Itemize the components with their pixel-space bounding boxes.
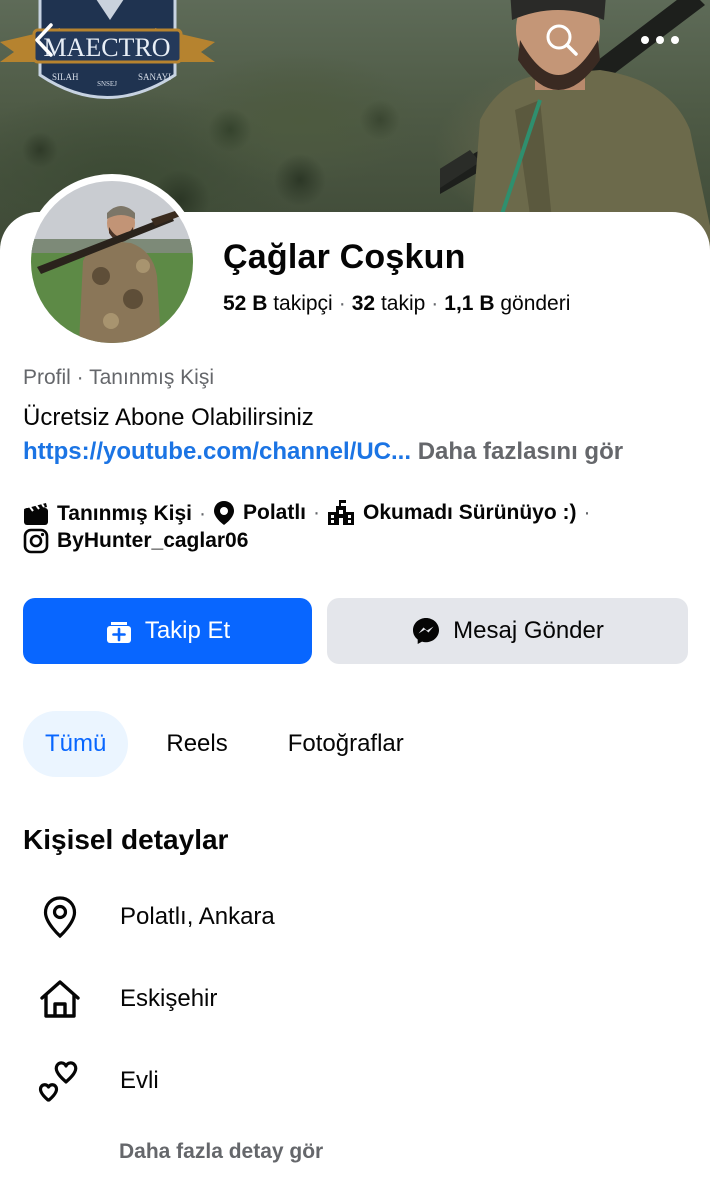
detail-location: Polatlı, Ankara bbox=[36, 892, 275, 942]
youtube-link[interactable]: https://youtube.com/channel/UC... bbox=[23, 438, 411, 465]
tab-reels[interactable]: Reels bbox=[144, 711, 249, 777]
detail-relationship: Evli bbox=[36, 1056, 159, 1106]
following-stat[interactable]: 32 takip bbox=[352, 292, 426, 315]
detail-hometown: Eskişehir bbox=[36, 974, 217, 1024]
more-dots-icon bbox=[641, 36, 679, 44]
fact-category: Tanınmış Kişi · bbox=[23, 498, 213, 530]
instagram-icon bbox=[23, 528, 49, 554]
profile-stats: 52 B takipçi · 32 takip · 1,1 B gönderi bbox=[223, 292, 571, 315]
clapperboard-icon bbox=[24, 503, 48, 525]
tab-photos[interactable]: Fotoğraflar bbox=[266, 711, 426, 777]
personal-details-title: Kişisel detaylar bbox=[23, 824, 229, 855]
svg-text:SNSEJ: SNSEJ bbox=[97, 80, 117, 88]
profile-bio: Ücretsiz Abone Olabilirsiniz bbox=[23, 404, 314, 431]
see-more-bio-link[interactable]: Daha fazlasını gör bbox=[418, 438, 623, 465]
followers-stat[interactable]: 52 B takipçi bbox=[223, 292, 333, 315]
search-icon bbox=[546, 24, 578, 56]
search-button[interactable] bbox=[540, 18, 584, 62]
home-icon bbox=[40, 980, 80, 1018]
fact-location: Polatlı · bbox=[213, 497, 327, 529]
hearts-icon bbox=[38, 1061, 78, 1102]
school-building-icon bbox=[328, 500, 354, 525]
message-button[interactable]: Mesaj Gönder bbox=[327, 598, 688, 664]
posts-stat: 1,1 B gönderi bbox=[444, 292, 571, 315]
back-button[interactable] bbox=[22, 18, 66, 62]
profile-category: Profil · Tanınmış Kişi bbox=[23, 366, 214, 389]
fact-education: Okumadı Sürünüyo :) · bbox=[327, 497, 598, 529]
profile-avatar[interactable] bbox=[24, 174, 200, 350]
location-pin-outline-icon bbox=[43, 896, 77, 939]
see-more-details-link[interactable]: Daha fazla detay gör bbox=[119, 1140, 323, 1164]
profile-sheet bbox=[0, 212, 710, 1200]
follow-button[interactable]: Takip Et bbox=[23, 598, 312, 664]
chevron-left-icon bbox=[35, 23, 53, 57]
messenger-icon bbox=[413, 618, 440, 644]
profile-tabs: Tümü Reels Fotoğraflar bbox=[23, 711, 426, 777]
profile-name: Çağlar Coşkun bbox=[223, 238, 466, 276]
tab-all[interactable]: Tümü bbox=[23, 711, 129, 777]
add-follow-icon bbox=[106, 622, 131, 643]
more-options-button[interactable] bbox=[638, 18, 682, 62]
avatar-photo bbox=[31, 181, 193, 343]
bio-link-row: https://youtube.com/channel/UC... Daha f… bbox=[23, 438, 623, 466]
svg-text:SILAH: SILAH bbox=[52, 72, 79, 82]
fact-instagram[interactable]: ByHunter_caglar06 bbox=[23, 528, 248, 554]
svg-text:SANAYI: SANAYI bbox=[138, 72, 171, 82]
location-pin-icon bbox=[213, 501, 234, 525]
